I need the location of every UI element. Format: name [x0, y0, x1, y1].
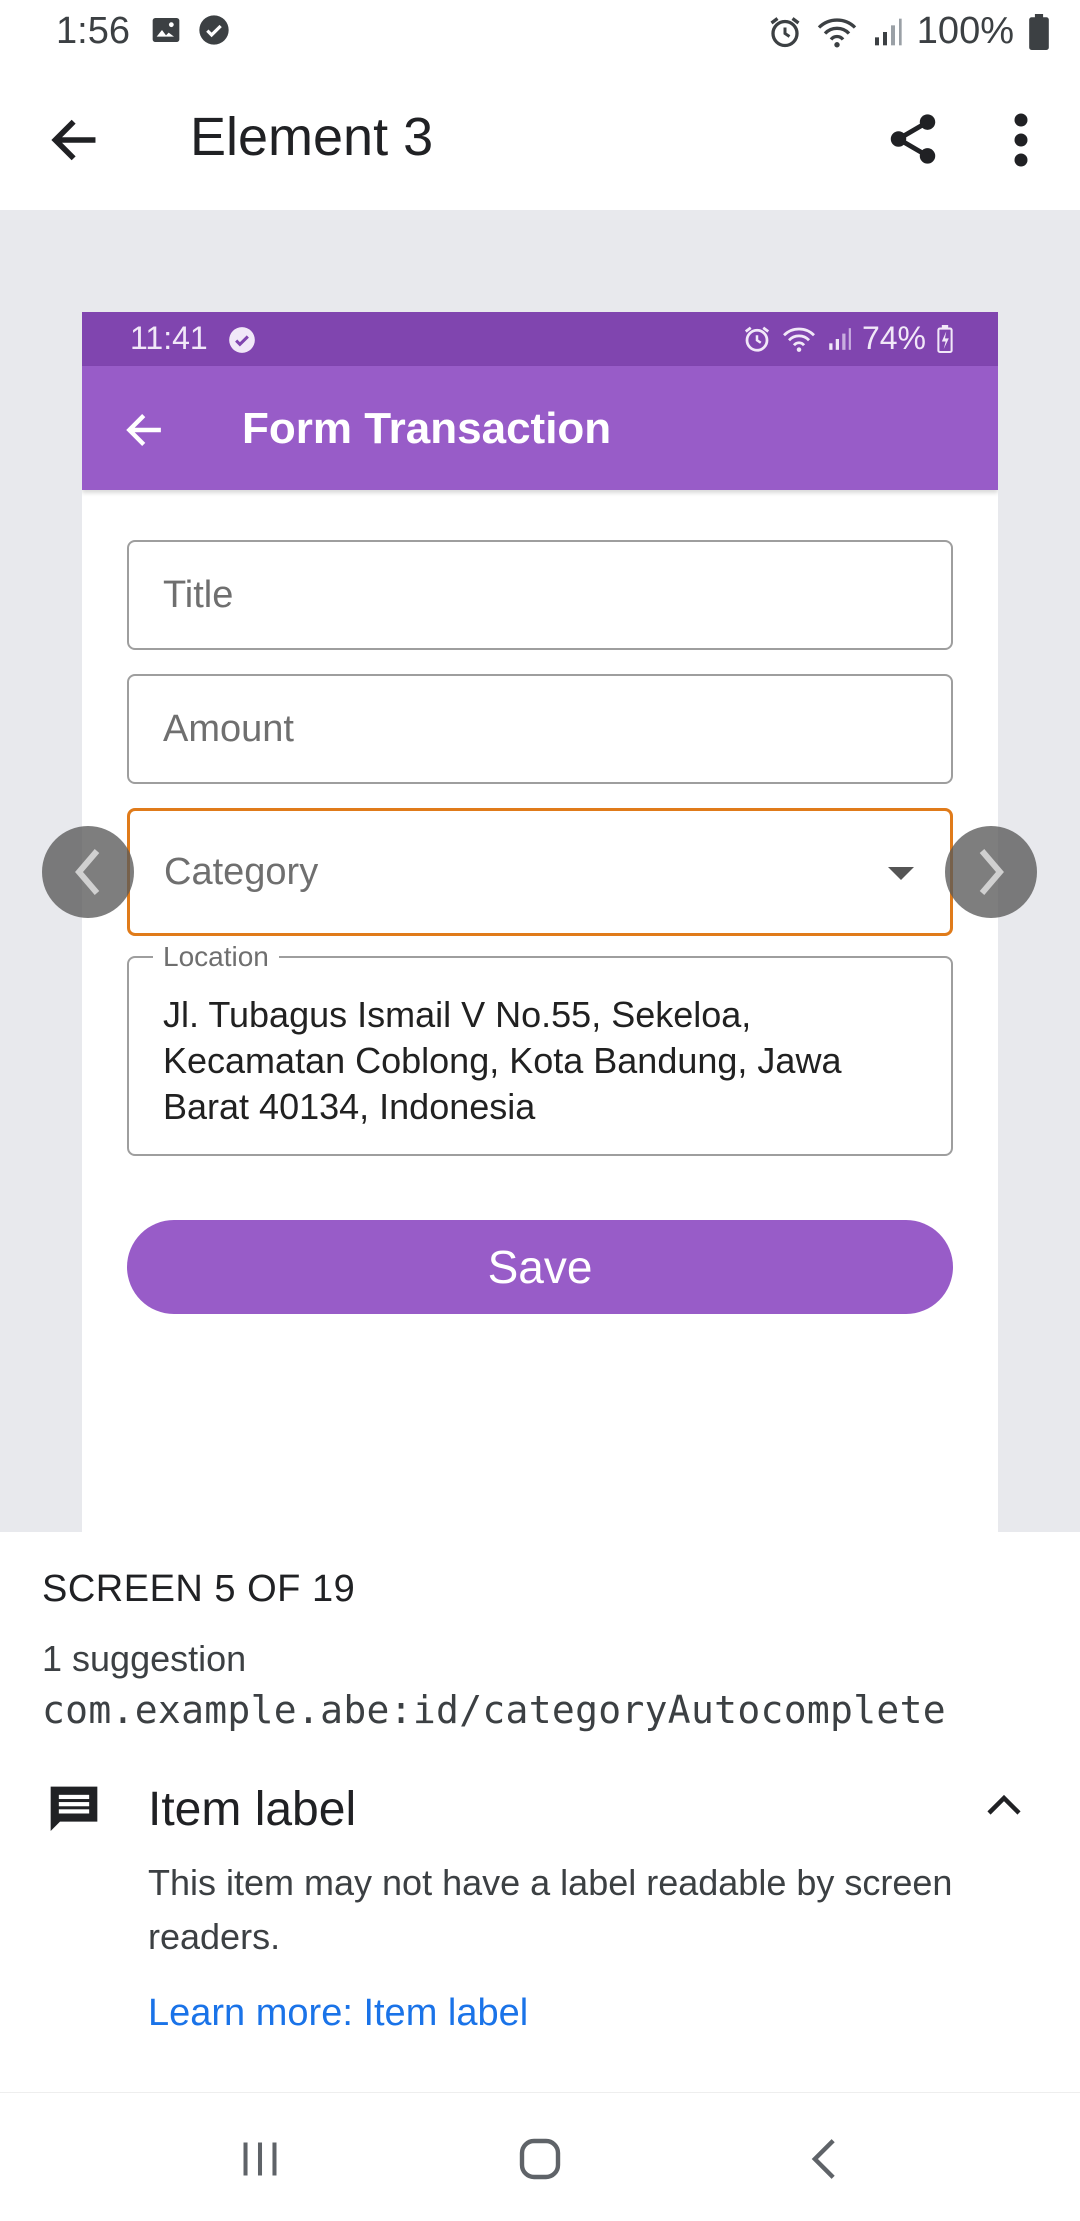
home-icon[interactable]	[516, 2135, 564, 2183]
status-battery-text: 100%	[916, 10, 1014, 52]
location-field[interactable]: Location Jl. Tubagus Ismail V No.55, Sek…	[127, 941, 953, 1156]
resource-id: com.example.abe:id/categoryAutocomplete	[42, 1688, 946, 1732]
signal-icon	[874, 18, 902, 45]
dropdown-arrow-icon[interactable]	[888, 867, 914, 881]
signal-icon	[829, 327, 851, 350]
location-value: Jl. Tubagus Ismail V No.55, Sekeloa, Kec…	[163, 994, 842, 1127]
check-circle-icon	[229, 327, 255, 353]
chevron-right-icon	[979, 849, 1004, 895]
title-field[interactable]: Title	[127, 540, 953, 650]
back-icon[interactable]	[806, 2137, 842, 2181]
chevron-left-icon	[75, 849, 100, 895]
recent-apps-icon[interactable]	[238, 2137, 282, 2181]
amount-field[interactable]: Amount	[127, 674, 953, 784]
inner-status-time: 11:41	[130, 320, 208, 356]
amount-placeholder: Amount	[163, 708, 294, 750]
back-arrow-icon[interactable]	[122, 408, 166, 452]
battery-icon	[1029, 13, 1049, 50]
learn-more-link[interactable]: Learn more: Item label	[148, 1992, 528, 2035]
back-arrow-icon[interactable]	[46, 112, 102, 168]
title-placeholder: Title	[163, 574, 234, 616]
battery-charging-icon	[937, 324, 953, 353]
status-left-icons	[150, 14, 230, 46]
inner-battery-text: 74%	[861, 320, 926, 356]
suggestion-title[interactable]: Item label	[148, 1782, 356, 1837]
inner-status-bar: 11:41 74%	[82, 312, 998, 366]
more-vert-icon[interactable]	[1006, 110, 1036, 170]
system-navigation-bar	[0, 2092, 1080, 2221]
previous-screen-button[interactable]	[42, 826, 134, 918]
next-screen-button[interactable]	[945, 826, 1037, 918]
captured-screen: 11:41 74% Form Transaction Title Amount …	[82, 312, 998, 1532]
inner-status-icons: 74%	[742, 320, 954, 357]
check-circle-icon	[199, 15, 229, 45]
status-right-icons: 100%	[767, 10, 1050, 53]
alarm-icon	[744, 326, 770, 352]
page-title: Element 3	[190, 107, 434, 167]
location-label: Location	[153, 941, 279, 973]
screen-counter: SCREEN 5 OF 19	[42, 1568, 356, 1610]
results-sheet: SCREEN 5 OF 19 1 suggestion com.example.…	[0, 1532, 1080, 2092]
screenshot-preview: 11:41 74% Form Transaction Title Amount …	[0, 210, 1080, 1532]
alarm-icon	[770, 16, 800, 47]
wifi-icon	[817, 17, 856, 47]
inner-toolbar: Form Transaction	[82, 366, 998, 490]
chevron-up-icon[interactable]	[986, 1792, 1022, 1816]
comment-icon	[50, 1786, 98, 1831]
status-bar: 1:56 100%	[0, 0, 1080, 66]
category-placeholder: Category	[164, 851, 319, 893]
form-title: Form Transaction	[242, 404, 612, 453]
share-icon[interactable]	[884, 108, 942, 170]
wifi-icon	[782, 327, 815, 352]
suggestion-description: This item may not have a label readable …	[148, 1862, 953, 1957]
category-autocomplete[interactable]: Category	[127, 808, 953, 936]
save-button[interactable]: Save	[127, 1220, 953, 1314]
suggestion-count: 1 suggestion	[42, 1638, 247, 1679]
app-bar: Element 3	[0, 66, 1080, 210]
status-time: 1:56	[56, 10, 130, 52]
image-icon	[152, 18, 180, 42]
